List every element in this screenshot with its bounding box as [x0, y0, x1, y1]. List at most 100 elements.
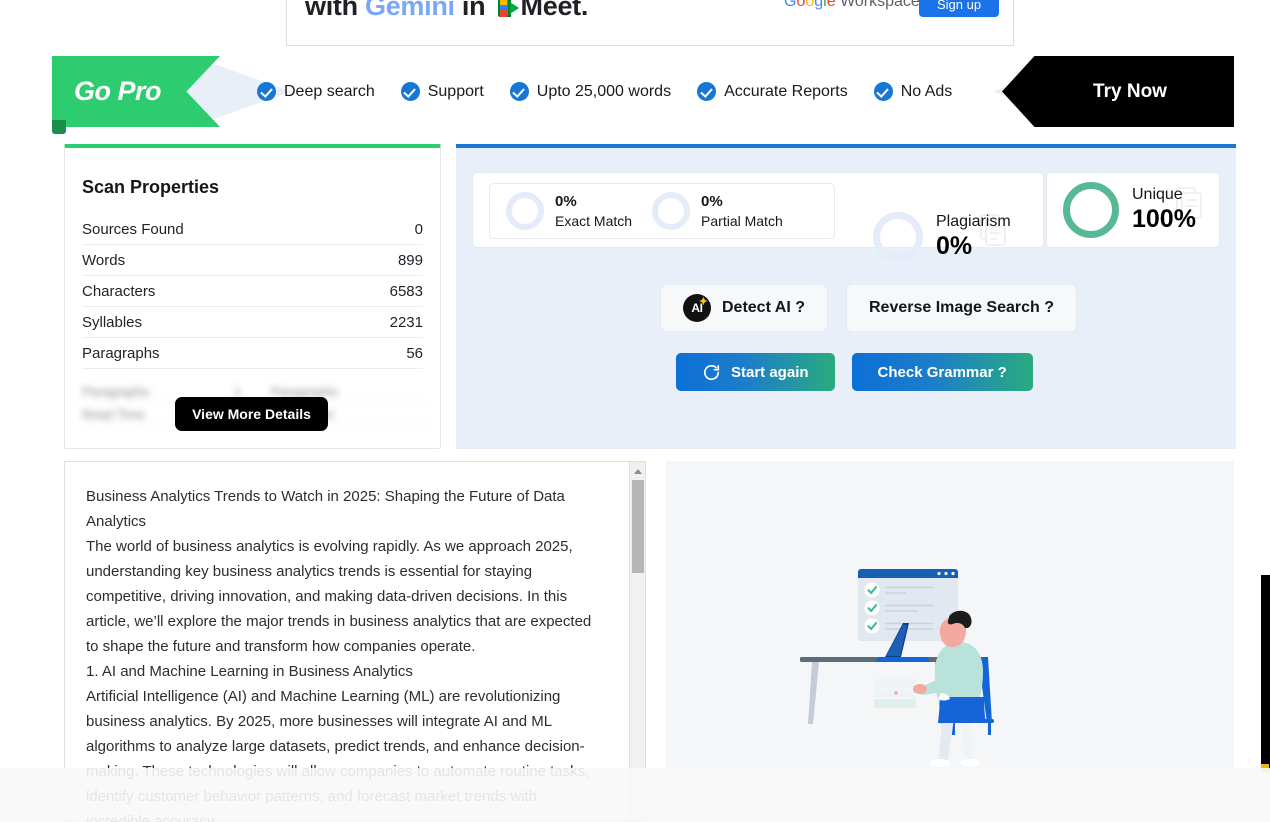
feature-label: Deep search	[284, 82, 375, 100]
document-paragraph: Artificial Intelligence (AI) and Machine…	[86, 688, 590, 822]
plagiarism-label: Plagiarism	[936, 213, 1011, 230]
go-pro-banner: Go Pro Deep search Support Upto 25,000 w…	[52, 56, 1234, 134]
go-pro-feature-item: Upto 25,000 words	[509, 82, 672, 101]
try-now-button[interactable]: Try Now	[1002, 56, 1234, 127]
document-text-panel[interactable]: Business Analytics Trends to Watch in 20…	[64, 461, 646, 822]
plagiarism-value: 0%	[936, 232, 973, 261]
feature-label: Upto 25,000 words	[536, 82, 672, 100]
detect-ai-button[interactable]: AI ✦ Detect AI ?	[660, 284, 828, 332]
plagiarism-ring	[873, 212, 923, 263]
ad-headline: with Gemini in Meet.	[305, 0, 588, 22]
row-label: Paragraphs	[82, 383, 150, 399]
reverse-image-search-button[interactable]: Reverse Image Search ?	[845, 284, 1077, 332]
exact-match-text: 0% Exact Match	[555, 192, 632, 230]
score-summary-strip: 0% Exact Match 0% Partial Match Plagiari…	[472, 172, 1044, 263]
exact-match-ring	[506, 192, 544, 230]
row-value: 56	[406, 344, 423, 362]
logo-g1: G	[784, 0, 797, 10]
partial-match-item: 0% Partial Match	[652, 192, 783, 230]
logo-suffix: Workspace	[835, 0, 920, 10]
page-root: with Gemini in Meet. Google Workspace Si…	[0, 0, 1270, 822]
document-scrollbar[interactable]	[629, 462, 645, 821]
partial-match-text: 0% Partial Match	[701, 192, 783, 230]
row-label: Syllables	[82, 313, 143, 331]
feature-label: Support	[427, 82, 484, 100]
right-edge-bar-tip	[1261, 764, 1269, 773]
ad-headline-brand: Gemini	[365, 0, 455, 21]
check-grammar-label: Check Grammar ?	[877, 363, 1007, 381]
scrollbar-thumb[interactable]	[632, 480, 644, 573]
check-circle-icon	[400, 82, 420, 101]
feature-label: Accurate Reports	[724, 82, 848, 100]
primary-action-row: Start again Check Grammar ?	[676, 353, 1033, 391]
document-paragraph: The world of business analytics is evolv…	[86, 538, 592, 655]
ad-headline-mid: in	[454, 0, 493, 21]
unique-score-card: Unique 100%	[1046, 172, 1220, 248]
ad-headline-post: Meet.	[520, 0, 589, 21]
go-pro-label: Go Pro	[74, 76, 162, 106]
go-pro-feature-item: Accurate Reports	[697, 82, 848, 101]
start-again-button[interactable]: Start again	[676, 353, 835, 391]
scan-properties-row: Characters 6583	[82, 276, 423, 307]
row-label: Paragraphs	[82, 344, 160, 362]
partial-match-ring	[652, 192, 691, 230]
document-text-body: Business Analytics Trends to Watch in 20…	[86, 484, 599, 822]
view-more-details-button[interactable]: View More Details	[175, 397, 328, 431]
match-breakdown-box: 0% Exact Match 0% Partial Match	[489, 183, 835, 239]
try-now-label: Try Now	[1093, 80, 1167, 102]
exact-match-percent: 0%	[555, 192, 577, 210]
go-pro-feature-item: Support	[400, 82, 484, 101]
document-paragraph: 1. AI and Machine Learning in Business A…	[86, 663, 413, 680]
start-again-label: Start again	[731, 363, 809, 381]
unique-value: 100%	[1132, 204, 1196, 233]
ad-headline-pre: with	[305, 0, 365, 21]
feature-label: No Ads	[900, 82, 953, 100]
row-label: Read Time	[82, 406, 145, 422]
google-meet-icon	[497, 0, 520, 17]
reverse-image-search-label: Reverse Image Search ?	[868, 299, 1054, 316]
illustration-panel	[666, 461, 1234, 822]
logo-o2: o	[805, 0, 815, 10]
refresh-icon	[703, 364, 720, 380]
row-value: 0	[414, 220, 423, 238]
plagiarism-text: Plagiarism 0%	[936, 212, 1011, 262]
go-pro-feature-item: No Ads	[873, 82, 953, 101]
row-label: Characters	[82, 282, 156, 300]
google-workspace-logo: Google Workspace	[784, 0, 920, 11]
check-circle-icon	[509, 82, 529, 101]
row-value: 899	[397, 251, 423, 269]
go-pro-feature-list: Deep search Support Upto 25,000 words Ac…	[257, 56, 952, 127]
right-edge-bar	[1261, 575, 1270, 770]
row-value: 2231	[389, 313, 423, 331]
scroll-up-arrow-icon[interactable]	[630, 464, 645, 478]
check-circle-icon	[873, 82, 893, 101]
ai-badge-icon: AI ✦	[683, 294, 711, 322]
scan-properties-row: Words 899	[82, 245, 423, 276]
sparkle-icon: ✦	[698, 296, 708, 308]
row-label: Words	[82, 251, 126, 269]
row-value: 6583	[389, 282, 423, 300]
scan-properties-title: Scan Properties	[82, 177, 220, 197]
detect-ai-label: Detect AI ?	[722, 299, 805, 316]
person-working-at-desk-with-checklist-illustration	[800, 569, 994, 767]
logo-e: e	[826, 0, 836, 10]
unique-text: Unique 100%	[1132, 185, 1202, 235]
partial-match-label: Partial Match	[701, 213, 783, 230]
plagiarism-score: Plagiarism 0%	[873, 212, 1011, 263]
unique-ring	[1063, 182, 1119, 238]
scan-properties-row: Syllables 2231	[82, 307, 423, 338]
scan-properties-row: Paragraphs 56	[82, 338, 423, 369]
document-paragraph: Business Analytics Trends to Watch in 20…	[86, 488, 565, 530]
scan-properties-row: Sources Found 0	[82, 214, 423, 245]
go-pro-feature-item: Deep search	[257, 82, 375, 101]
check-grammar-button[interactable]: Check Grammar ?	[851, 353, 1033, 391]
unique-label: Unique	[1132, 185, 1183, 203]
check-circle-icon	[697, 82, 717, 101]
secondary-action-row: AI ✦ Detect AI ? Reverse Image Search ?	[660, 284, 1077, 332]
google-workspace-ad-banner[interactable]: with Gemini in Meet. Google Workspace Si…	[286, 0, 1014, 46]
exact-match-item: 0% Exact Match	[490, 192, 632, 230]
ad-signup-button[interactable]: Sign up	[919, 0, 999, 17]
ribbon-fold-decoration	[52, 120, 66, 134]
exact-match-label: Exact Match	[555, 213, 633, 230]
row-label: Sources Found	[82, 220, 184, 238]
